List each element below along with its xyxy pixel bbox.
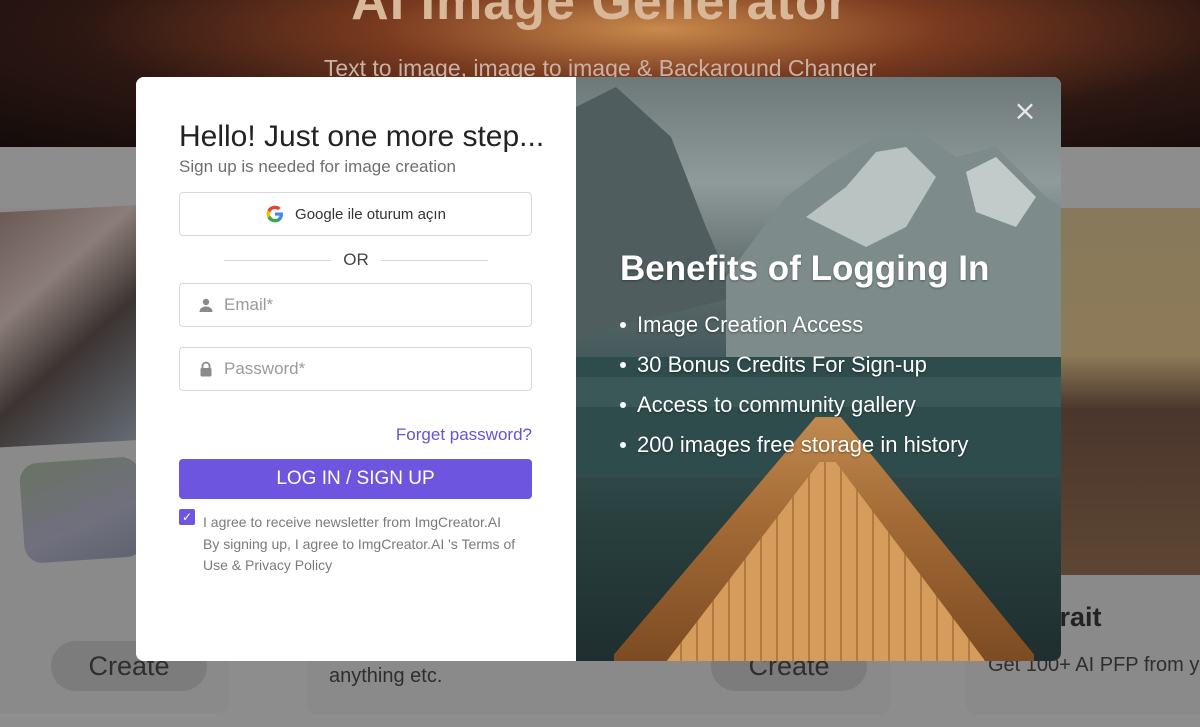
- agreement-line-terms: By signing up, I agree to ImgCreator.AI …: [203, 535, 516, 574]
- benefit-item: Image Creation Access: [620, 307, 968, 347]
- email-field[interactable]: [179, 283, 532, 327]
- lock-icon: [200, 361, 212, 377]
- hero-title: AI Image Generator: [351, 0, 849, 31]
- forget-password-link[interactable]: Forget password?: [396, 425, 532, 445]
- agreement-line-newsletter: I agree to receive newsletter from ImgCr…: [203, 514, 502, 530]
- or-text: OR: [343, 250, 369, 269]
- card-image-room: [18, 455, 146, 565]
- modal-title: Hello! Just one more step...: [179, 120, 545, 153]
- benefits-list: Image Creation Access 30 Bonus Credits F…: [620, 307, 968, 467]
- benefits-title: Benefits of Logging In: [620, 249, 990, 288]
- google-icon: [266, 205, 284, 223]
- card-description: anything etc.: [329, 665, 443, 687]
- agreement-text: I agree to receive newsletter from ImgCr…: [203, 512, 538, 577]
- card-image-portraits: [1040, 208, 1200, 575]
- benefit-item: 200 images free storage in history: [620, 427, 968, 467]
- google-signin-label: Google ile oturum açın: [295, 205, 446, 223]
- password-input[interactable]: [224, 359, 504, 379]
- password-field[interactable]: [179, 347, 532, 391]
- checkmark-icon: ✓: [181, 510, 193, 524]
- newsletter-checkbox[interactable]: ✓: [179, 509, 195, 525]
- benefit-item: 30 Bonus Credits For Sign-up: [620, 347, 968, 387]
- login-form-panel: Hello! Just one more step... Sign up is …: [136, 77, 576, 661]
- benefits-panel: × Benefits of Logging In Image Creation …: [576, 77, 1061, 661]
- google-signin-button[interactable]: Google ile oturum açın: [179, 192, 532, 236]
- login-modal: Hello! Just one more step... Sign up is …: [136, 77, 1061, 661]
- divider-line-left: [224, 259, 332, 261]
- benefit-item: Access to community gallery: [620, 387, 968, 427]
- close-icon[interactable]: ×: [1013, 97, 1037, 125]
- user-icon: [199, 298, 213, 312]
- login-signup-button[interactable]: LOG IN / SIGN UP: [179, 459, 532, 499]
- divider-line-right: [380, 259, 488, 261]
- email-input[interactable]: [224, 295, 504, 315]
- modal-subtitle: Sign up is needed for image creation: [179, 157, 456, 176]
- or-divider: OR: [224, 249, 488, 271]
